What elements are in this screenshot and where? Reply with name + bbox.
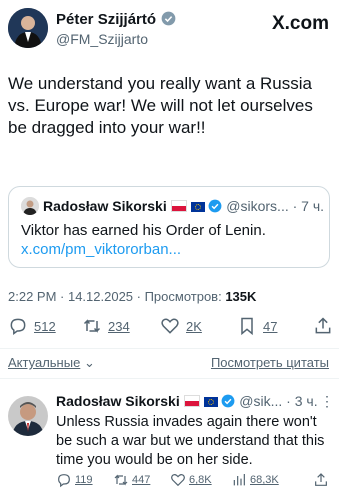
repost-count: 234: [108, 318, 130, 334]
author-avatar[interactable]: [8, 8, 48, 48]
reply-icon: [58, 474, 70, 488]
verified-badge-icon: [161, 11, 175, 26]
reply-header: Radosław Sikorski @sik... · 3 ч.: [56, 393, 318, 409]
tweet-text: We understand you really want a Russia v…: [8, 74, 313, 137]
heart-icon: [171, 473, 185, 487]
view-quotes-label: Посмотреть цитаты: [210, 355, 329, 370]
repost-icon: [83, 319, 101, 333]
reply-view-count: 68,3K: [250, 474, 279, 486]
quote-text: Viktor has earned his Order of Lenin.: [21, 222, 266, 239]
more-icon[interactable]: ⋮: [320, 393, 334, 410]
share-button[interactable]: [313, 316, 333, 336]
quote-time: · 7 ч.: [292, 198, 325, 214]
quoted-tweet-card[interactable]: Radosław Sikorski @sikors... · 7 ч. Vikt…: [8, 186, 330, 268]
eu-flag-icon: [203, 397, 218, 407]
reply-avatar[interactable]: [8, 396, 48, 436]
author-name-row[interactable]: Péter Szijjártó: [56, 11, 176, 29]
reply-repost-button[interactable]: 447: [113, 472, 150, 488]
view-count: 135K: [225, 289, 257, 304]
heart-icon: [161, 318, 179, 334]
like-count: 2K: [186, 318, 202, 334]
bookmark-icon: [241, 317, 253, 336]
share-icon: [315, 473, 327, 486]
divider: [0, 348, 339, 349]
reply-text: Unless Russia invades again there won't …: [56, 414, 325, 468]
reply-views-button[interactable]: 68,3K: [231, 472, 279, 488]
bookmark-count: 47: [263, 318, 278, 334]
poland-flag-icon: [183, 395, 200, 407]
quote-header: Radosław Sikorski @sikors... · 7 ч.: [43, 198, 324, 214]
reply-author-name[interactable]: Radosław Sikorski: [56, 393, 180, 409]
view-quotes-link[interactable]: Посмотреть цитаты: [211, 355, 329, 370]
repost-button[interactable]: 234: [82, 316, 130, 336]
reply-reply-count: 119: [75, 474, 93, 486]
poland-flag-icon: [170, 200, 187, 212]
reply-repost-count: 447: [132, 474, 151, 486]
reply-like-button[interactable]: 6,8K: [170, 472, 212, 488]
reply-author-handle[interactable]: @sik...: [239, 393, 282, 409]
verified-badge-icon: [221, 394, 235, 408]
verified-badge-icon: [208, 199, 222, 213]
reply-count: 512: [34, 318, 56, 334]
share-icon: [315, 317, 331, 334]
repost-icon: [114, 474, 128, 486]
chevron-down-icon: ⌄: [83, 355, 95, 370]
x-logo: X.com: [271, 13, 329, 34]
divider: [0, 378, 339, 379]
quote-author-handle: @sikors...: [226, 198, 289, 214]
bar-chart-icon: [233, 474, 245, 486]
reply-share-button[interactable]: [313, 472, 329, 488]
sort-label: Актуальные: [8, 355, 81, 370]
tweet-meta: 2:22 PM · 14.12.2025 · Просмотров: 135K: [8, 289, 256, 304]
reply-button[interactable]: 512: [8, 316, 56, 336]
sort-dropdown[interactable]: Актуальные ⌄: [8, 355, 95, 371]
reply-time: · 3 ч.: [286, 393, 318, 409]
quote-link[interactable]: x.com/pm_viktororban...: [21, 241, 181, 258]
author-handle[interactable]: @FM_Szijjarto: [56, 31, 148, 47]
eu-flag-icon: [190, 202, 205, 212]
quote-author-name: Radosław Sikorski: [43, 198, 167, 214]
bookmark-button[interactable]: 47: [237, 316, 277, 336]
like-button[interactable]: 2K: [160, 316, 202, 336]
quote-avatar: [21, 197, 39, 215]
reply-icon: [10, 318, 26, 335]
author-name[interactable]: Péter Szijjártó: [56, 11, 156, 28]
reply-reply-button[interactable]: 119: [56, 472, 93, 488]
reply-like-count: 6,8K: [189, 474, 212, 486]
tweet-timestamp[interactable]: 2:22 PM · 14.12.2025 · Просмотров:: [8, 289, 222, 304]
quote-text-block: Viktor has earned his Order of Lenin. x.…: [21, 221, 321, 259]
